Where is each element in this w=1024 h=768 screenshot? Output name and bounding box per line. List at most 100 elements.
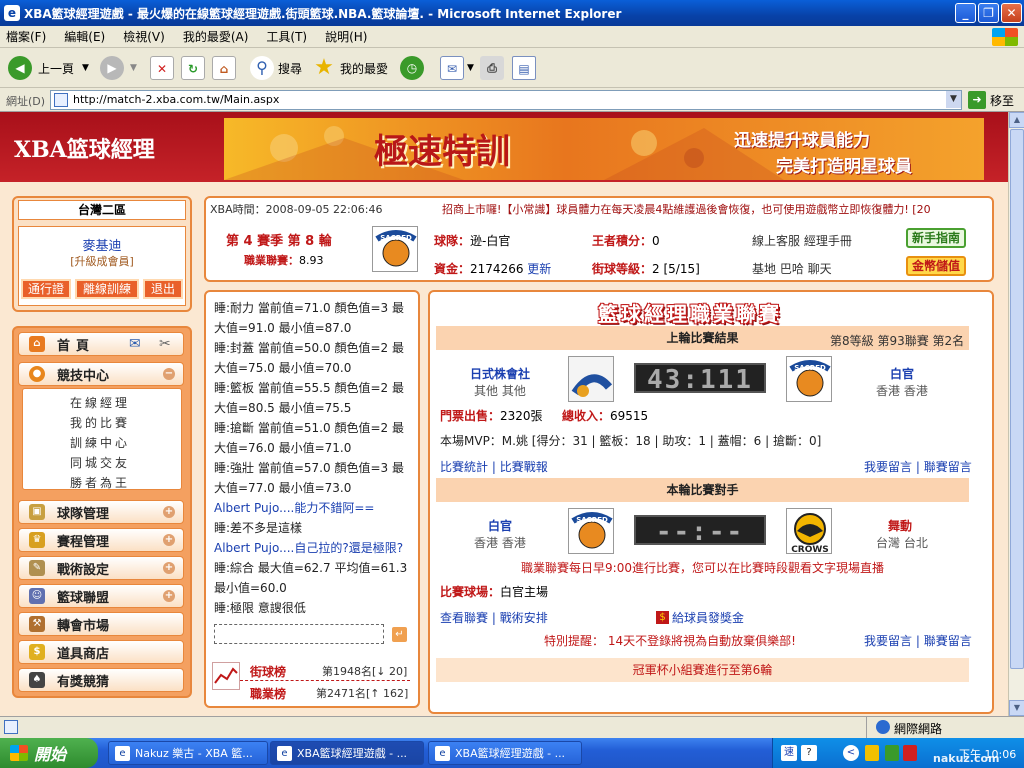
chevron-down-icon[interactable]: ▼ [82,63,89,73]
nav-team[interactable]: ▣ 球隊管理 + [18,500,184,524]
team-logo[interactable]: SACRED [372,226,418,272]
sub-my-match[interactable]: 我的比賽 [40,414,160,431]
nav-prize[interactable]: ♠ 有獎競猜 [18,668,184,692]
help-icon[interactable]: ? [801,745,817,761]
street-rank-label[interactable]: 街球榜 [250,663,286,680]
expand-icon[interactable]: + [163,590,175,602]
next-home-team-name[interactable]: 白官 [488,517,512,534]
tray-expand-icon[interactable]: < [843,745,859,761]
sub-winner[interactable]: 勝者為王 [40,474,160,491]
maximize-button[interactable]: ❐ [978,3,999,23]
chevron-down-icon[interactable]: ▼ [130,63,137,73]
tactic-arrange-link[interactable]: 戰術安排 [500,611,548,625]
leave-comment-link[interactable]: 我要留言 [864,460,912,474]
sub-online-manager[interactable]: 在線經理 [40,394,160,411]
match-report-link[interactable]: 比賽戰報 [500,460,548,474]
nav-schedule[interactable]: ♛ 賽程管理 + [18,528,184,552]
mail-icon[interactable]: ✉ [129,336,141,352]
stop-button[interactable]: ✕ [150,54,174,82]
vertical-scrollbar[interactable]: ▲ ▼ [1008,112,1024,716]
nav-league[interactable]: ☺ 籃球聯盟 + [18,584,184,608]
away-team-logo[interactable]: SACRED [786,356,832,402]
ie-icon: e [4,5,20,21]
address-input[interactable]: http://match-2.xba.com.tw/Main.aspx [50,90,962,110]
pro-rank-label[interactable]: 職業榜 [250,685,286,702]
update-link[interactable]: 更新 [527,262,551,276]
print-button[interactable]: ⎙ [480,54,504,82]
view-league-link[interactable]: 查看聯賽 [440,611,488,625]
bonus-link[interactable]: $ 給球員發獎金 [656,609,744,626]
taskbar-item-3[interactable]: e XBA籃球經理遊戲 - ... [428,741,582,765]
chat-input[interactable] [214,624,384,644]
scroll-down-icon[interactable]: ▼ [1009,700,1024,716]
service-links[interactable]: 線上客服 經理手冊 [752,232,852,249]
send-button[interactable]: ↵ [392,627,407,642]
search-button[interactable]: ⚲ 搜尋 [250,54,302,82]
scroll-thumb[interactable] [1010,129,1024,669]
history-button[interactable]: ◷ [400,54,424,82]
menu-tools[interactable]: 工具(T) [266,28,307,45]
expand-icon[interactable]: + [163,534,175,546]
taskbar-item-1[interactable]: e Nakuz 樂古 - XBA 籃... [108,741,268,765]
next-away-team-name[interactable]: 舞動 [888,517,912,534]
sacred-logo-icon: SACRED [375,230,417,267]
pass-button[interactable]: 通行證 [21,279,71,299]
sub-city-friends[interactable]: 同城交友 [40,454,160,471]
refresh-button[interactable]: ↻ [181,54,205,82]
community-links[interactable]: 基地 巴哈 聊天 [752,260,832,277]
nav-transfer[interactable]: ⚒ 轉會市場 [18,612,184,636]
start-button[interactable]: 開始 [0,738,98,768]
menu-file[interactable]: 檔案(F) [6,28,46,45]
nav-shop[interactable]: $ 道具商店 [18,640,184,664]
home-team-logo[interactable] [568,356,614,402]
exit-button[interactable]: 退出 [143,279,183,299]
window-title-bar[interactable]: e XBA籃球經理遊戲 - 最火爆的在線籃球經理遊戲.街頭籃球.NBA.籃球論壇… [0,0,1024,26]
close-button[interactable]: ✕ [1001,3,1022,23]
username[interactable]: 麥基迪 [19,235,185,254]
antivirus-icon[interactable] [903,745,917,761]
back-label: 上一頁 [38,61,75,76]
nav-home[interactable]: ⌂ 首頁 ✉ ✂ [18,332,184,356]
nav-compete[interactable]: ● 競技中心 − [18,362,184,386]
home-button[interactable]: ⌂ [212,54,236,82]
menu-favorites[interactable]: 我的最愛(A) [183,28,249,45]
favorites-button[interactable]: ★ 我的最愛 [312,54,388,82]
menu-view[interactable]: 檢視(V) [123,28,165,45]
nav-tactics[interactable]: ✎ 戰術設定 + [18,556,184,580]
shield-icon[interactable] [865,745,879,761]
upgrade-link[interactable]: [升級成會員] [19,253,185,269]
xba-logo[interactable]: XBA篮球經理 [14,132,155,164]
mail-button[interactable]: ✉ ▼ [440,54,474,82]
offline-train-button[interactable]: 離線訓練 [75,279,139,299]
address-dropdown-icon[interactable]: ▼ [946,91,961,108]
chevron-down-icon[interactable]: ▼ [467,63,474,73]
league-comment-link[interactable]: 聯賽留言 [924,460,972,474]
gold-recharge-button[interactable]: 金幣儲值 [906,256,966,276]
newbie-guide-button[interactable]: 新手指南 [906,228,966,248]
minimize-button[interactable]: _ [955,3,976,23]
league-comment-link-2[interactable]: 聯賽留言 [924,634,972,648]
back-button[interactable]: ◀ 上一頁 ▼ [8,54,89,82]
edit-button[interactable]: ▤ [512,54,536,82]
scroll-up-icon[interactable]: ▲ [1009,112,1024,128]
collapse-icon[interactable]: − [163,368,175,380]
away-team-name[interactable]: 白官 [890,365,914,382]
forward-button[interactable]: ▶ ▼ [100,54,137,82]
taskbar-item-2[interactable]: e XBA籃球經理遊戲 - ... [270,741,424,765]
next-away-team-logo[interactable]: CROWS [786,508,832,554]
ime-icon[interactable]: 速 [781,745,797,761]
sub-training-center[interactable]: 訓練中心 [40,434,160,451]
expand-icon[interactable]: + [163,506,175,518]
menu-help[interactable]: 說明(H) [325,28,367,45]
news-ticker[interactable]: 招商上市囉!【小常識】球員體力在每天凌晨4點維護過後會恢復，也可使用遊戲幣立即恢… [442,201,990,217]
network-icon[interactable] [885,745,899,761]
match-stats-link[interactable]: 比賽統計 [440,460,488,474]
expand-icon[interactable]: + [163,562,175,574]
home-team-name[interactable]: 日式株會社 [470,365,530,382]
go-button[interactable]: ➜ 移至 [968,91,1014,109]
promo-banner[interactable]: 極速特訓 迅速提升球員能力 完美打造明星球員 [224,118,984,180]
next-home-team-logo[interactable]: SACRED [568,508,614,554]
tools-icon[interactable]: ✂ [159,336,171,352]
leave-comment-link-2[interactable]: 我要留言 [864,634,912,648]
menu-edit[interactable]: 編輯(E) [64,28,105,45]
